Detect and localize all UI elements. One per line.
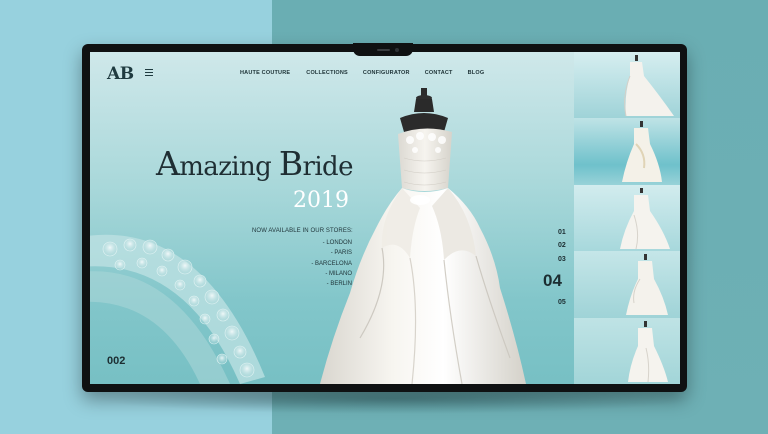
thumbnail-3[interactable] — [574, 184, 680, 252]
thumbnail-5[interactable] — [574, 317, 680, 384]
pager-01[interactable]: 01 — [558, 226, 568, 239]
wedding-dress-image — [320, 88, 526, 384]
nav-contact[interactable]: CONTACT — [425, 70, 453, 76]
camera-icon — [395, 48, 399, 52]
nav-collections[interactable]: COLLECTIONS — [306, 70, 348, 76]
nav-configurator[interactable]: CONFIGURATOR — [363, 70, 410, 76]
title-cap-a: A — [156, 144, 180, 183]
hamburger-icon[interactable] — [145, 69, 153, 76]
slide-counter: 002 — [107, 355, 126, 367]
speaker-grille — [377, 49, 390, 51]
slide-pager: 01 02 03 04 05 — [543, 226, 569, 309]
thumbnail-4[interactable] — [574, 251, 680, 318]
pager-05[interactable]: 05 — [558, 296, 568, 309]
pager-04-active[interactable]: 04 — [543, 266, 569, 296]
pager-03[interactable]: 03 — [558, 253, 568, 266]
title-cap-b: B — [278, 144, 303, 183]
monitor-notch — [353, 43, 413, 56]
brand-logo[interactable]: AB — [107, 64, 134, 84]
hero-section: AB HAUTE COUTURE COLLECTIONS CONFIGURATO… — [90, 52, 574, 384]
website-screen: AB HAUTE COUTURE COLLECTIONS CONFIGURATO… — [90, 52, 680, 384]
thumbnail-2[interactable] — [574, 118, 680, 185]
title-part-1: mazing — [179, 152, 279, 182]
nav-blog[interactable]: BLOG — [468, 70, 485, 76]
thumbnail-strip — [574, 52, 680, 384]
nav-haute-couture[interactable]: HAUTE COUTURE — [240, 70, 290, 76]
pager-02[interactable]: 02 — [558, 239, 568, 252]
thumbnail-1[interactable] — [574, 52, 680, 119]
main-nav: HAUTE COUTURE COLLECTIONS CONFIGURATOR C… — [240, 70, 484, 76]
